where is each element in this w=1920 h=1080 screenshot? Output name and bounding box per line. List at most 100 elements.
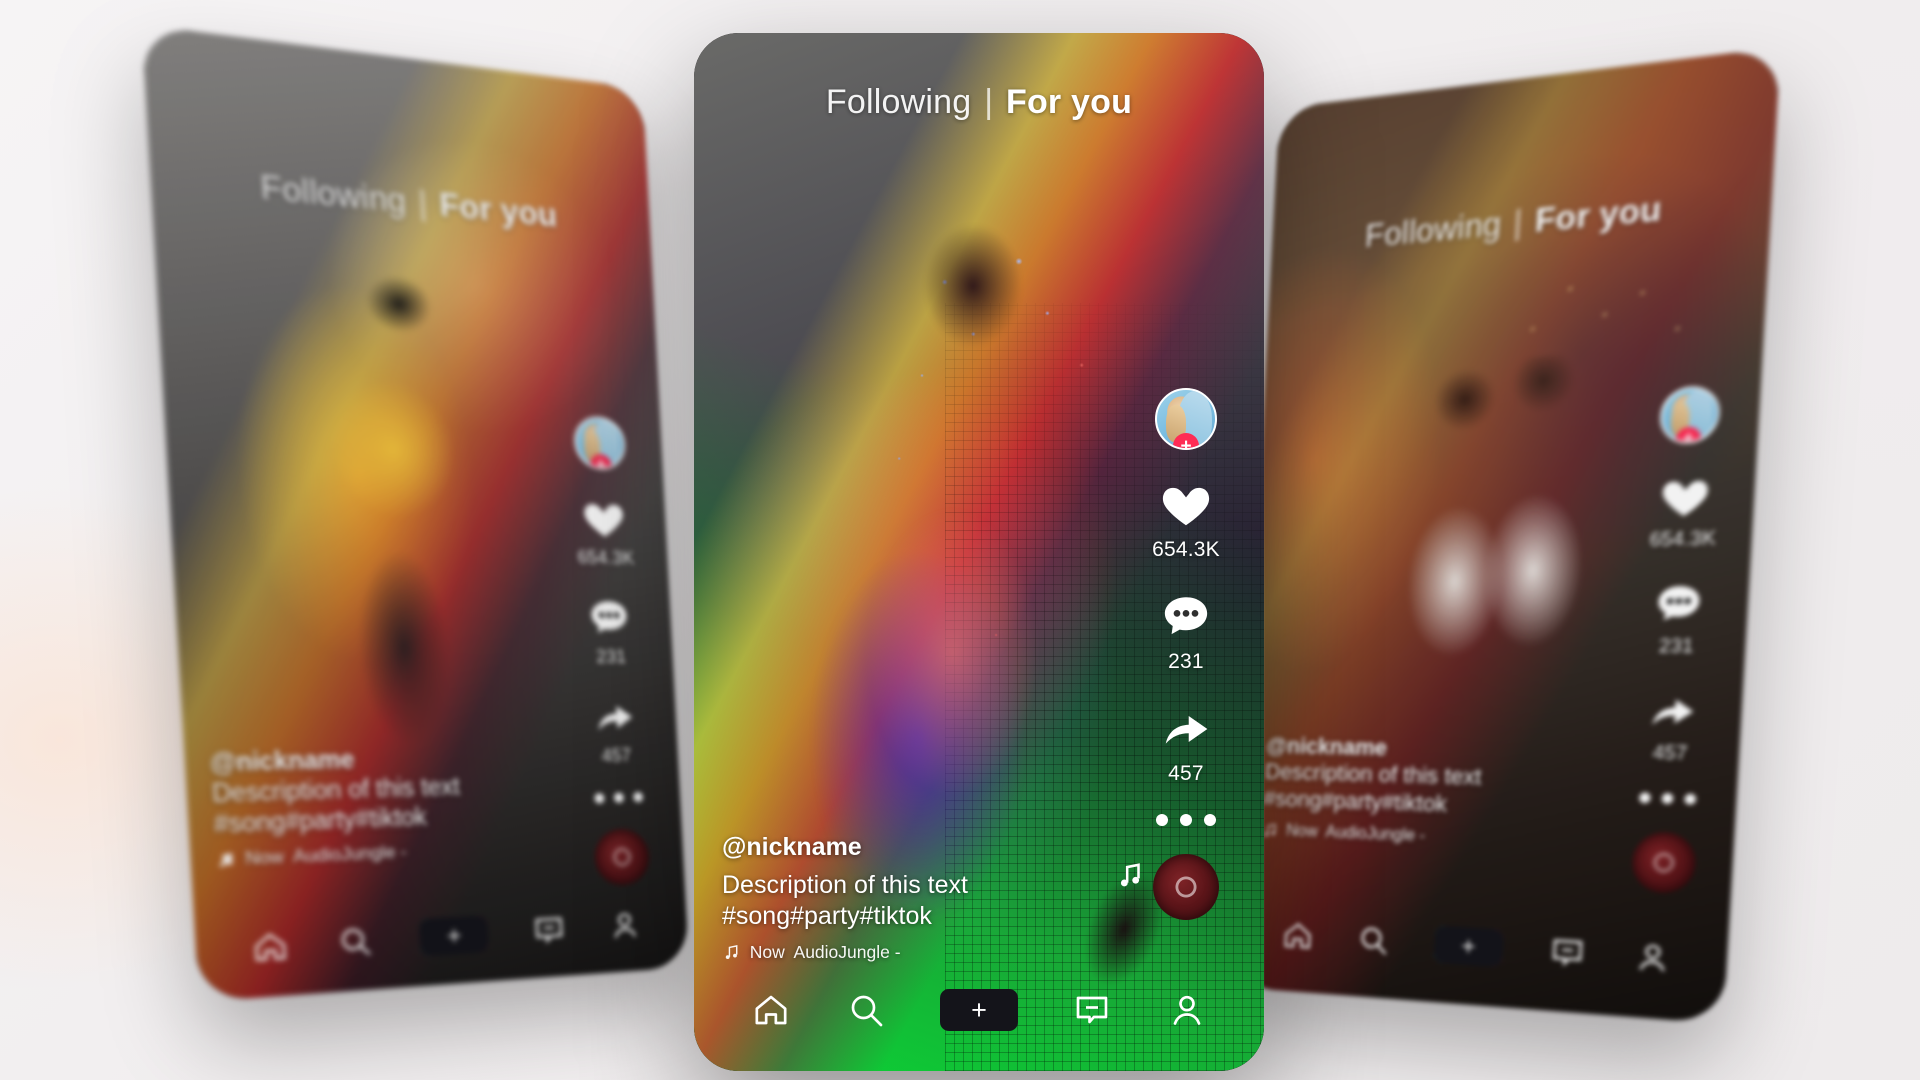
creator-avatar[interactable]: + — [1658, 384, 1722, 445]
inbox-icon — [531, 912, 567, 949]
tab-following[interactable]: Following — [1364, 205, 1502, 255]
tab-for-you[interactable]: For you — [1534, 190, 1663, 241]
share-button[interactable]: 457 — [1159, 702, 1213, 786]
home-icon — [1280, 917, 1315, 953]
nav-create-button[interactable]: + — [418, 914, 490, 957]
home-icon — [249, 927, 289, 966]
comment-button[interactable]: 231 — [586, 595, 635, 668]
video-hashtags[interactable]: #song#party#tiktok — [213, 801, 462, 840]
music-ticker[interactable]: Now AudioJungle - — [215, 839, 463, 871]
more-dots-icon — [589, 791, 648, 804]
comment-button[interactable]: 231 — [1650, 579, 1707, 658]
like-button[interactable]: 654.3K — [574, 495, 635, 569]
phone-mockup-center: Following | For you + 654.3K 231 457 @ni… — [694, 33, 1264, 1071]
more-dots-icon — [1150, 814, 1222, 826]
phone-screen-right: Following | For you + 654.3K 231 457 @ni… — [1232, 46, 1781, 1024]
music-now-label: Now — [244, 846, 285, 869]
tab-separator: | — [417, 183, 429, 222]
bottom-nav-center: + — [694, 989, 1264, 1031]
nav-search-button[interactable] — [1355, 922, 1391, 959]
nav-home-button[interactable] — [1280, 917, 1315, 953]
nav-search-button[interactable] — [336, 923, 375, 961]
video-ui-overlay-right: Following | For you + 654.3K 231 457 @ni… — [1233, 47, 1781, 1024]
caption-block-right: @nickname Description of this text #song… — [1262, 733, 1484, 848]
creator-avatar-button[interactable]: + — [1155, 388, 1217, 450]
video-ui-overlay-left: Following | For you + 654.3K 231 457 @ni… — [141, 25, 689, 1002]
home-icon — [755, 995, 787, 1025]
nav-profile-button[interactable] — [608, 907, 643, 943]
creator-avatar-button[interactable]: + — [1658, 384, 1722, 445]
creator-avatar[interactable]: + — [1155, 388, 1217, 450]
search-icon — [1355, 922, 1391, 959]
nav-profile-button[interactable] — [1167, 990, 1207, 1030]
tab-separator: | — [1512, 203, 1524, 242]
top-nav-right: Following | For you — [1271, 179, 1773, 263]
create-plus-label: + — [939, 989, 1018, 1031]
sound-disc-button[interactable] — [1120, 854, 1219, 920]
share-button[interactable]: 457 — [1643, 686, 1700, 765]
share-count: 457 — [1652, 741, 1689, 765]
action-rail-right: + 654.3K 231 457 — [1628, 384, 1726, 895]
vinyl-record-icon — [1630, 831, 1698, 895]
music-ticker[interactable]: Now AudioJungle - — [1262, 820, 1479, 848]
profile-icon — [1633, 938, 1673, 977]
share-button[interactable]: 457 — [591, 694, 640, 767]
phone-mockup-stage: Following | For you + 654.3K 231 457 @ni… — [0, 0, 1920, 1080]
phone-screen-center: Following | For you + 654.3K 231 457 @ni… — [694, 33, 1264, 1071]
sound-disc-button[interactable] — [593, 827, 651, 887]
vinyl-record-icon — [1153, 854, 1219, 920]
caption-block-center: @nickname Description of this text #song… — [722, 833, 968, 963]
video-hashtags[interactable]: #song#party#tiktok — [722, 901, 968, 932]
more-options-button[interactable] — [1150, 814, 1222, 826]
bottom-nav-left: + — [195, 904, 688, 971]
nav-home-button[interactable] — [751, 990, 791, 1030]
comment-count: 231 — [1658, 634, 1695, 657]
tab-following[interactable]: Following — [259, 168, 407, 221]
creator-avatar-button[interactable]: + — [572, 415, 627, 471]
share-icon — [597, 705, 633, 731]
nav-home-button[interactable] — [249, 927, 289, 966]
more-options-button[interactable] — [1633, 792, 1702, 805]
music-ticker[interactable]: Now AudioJungle - — [722, 942, 968, 963]
action-rail-center: + 654.3K 231 457 — [1120, 388, 1222, 920]
top-nav-left: Following | For you — [149, 157, 651, 243]
tab-following[interactable]: Following — [826, 83, 971, 122]
creator-nickname[interactable]: @nickname — [722, 833, 968, 862]
profile-icon — [608, 907, 643, 943]
music-note-icon — [219, 850, 237, 869]
creator-avatar[interactable]: + — [572, 415, 627, 471]
tab-for-you[interactable]: For you — [438, 186, 558, 235]
nav-create-button[interactable]: + — [1433, 925, 1505, 968]
like-button[interactable]: 654.3K — [1152, 478, 1220, 562]
nav-inbox-button[interactable] — [1072, 990, 1112, 1030]
share-count: 457 — [1168, 762, 1204, 785]
music-note-icon — [1264, 821, 1279, 839]
comment-button[interactable]: 231 — [1159, 590, 1213, 674]
top-nav-center: Following | For you — [694, 83, 1264, 122]
nav-inbox-button[interactable] — [1548, 933, 1587, 971]
vinyl-record-icon — [593, 827, 651, 887]
floating-music-notes-icon — [1120, 863, 1140, 887]
nav-search-button[interactable] — [846, 990, 886, 1030]
nav-inbox-button[interactable] — [531, 912, 567, 949]
music-now-label: Now — [1285, 821, 1319, 841]
phone-mockup-right: Following | For you + 654.3K 231 457 @ni… — [1232, 46, 1781, 1024]
inbox-icon — [1548, 933, 1587, 971]
sound-disc-button[interactable] — [1630, 831, 1698, 895]
comment-icon — [590, 601, 628, 634]
like-button[interactable]: 654.3K — [1649, 471, 1720, 552]
like-count: 654.3K — [1152, 538, 1220, 561]
like-count: 654.3K — [1648, 527, 1717, 551]
video-description: Description of this text — [722, 871, 968, 900]
tab-for-you[interactable]: For you — [1006, 83, 1132, 122]
comment-icon — [1657, 585, 1701, 621]
nav-profile-button[interactable] — [1633, 938, 1673, 977]
comment-count: 231 — [1168, 650, 1204, 673]
video-ui-overlay-center: Following | For you + 654.3K 231 457 @ni… — [694, 33, 1264, 1071]
phone-mockup-left: Following | For you + 654.3K 231 457 @ni… — [141, 24, 690, 1002]
nav-create-button[interactable]: + — [939, 989, 1018, 1031]
phone-screen-left: Following | For you + 654.3K 231 457 @ni… — [141, 24, 690, 1002]
comment-count: 231 — [595, 646, 627, 667]
more-options-button[interactable] — [589, 791, 648, 804]
share-icon — [1652, 699, 1694, 726]
